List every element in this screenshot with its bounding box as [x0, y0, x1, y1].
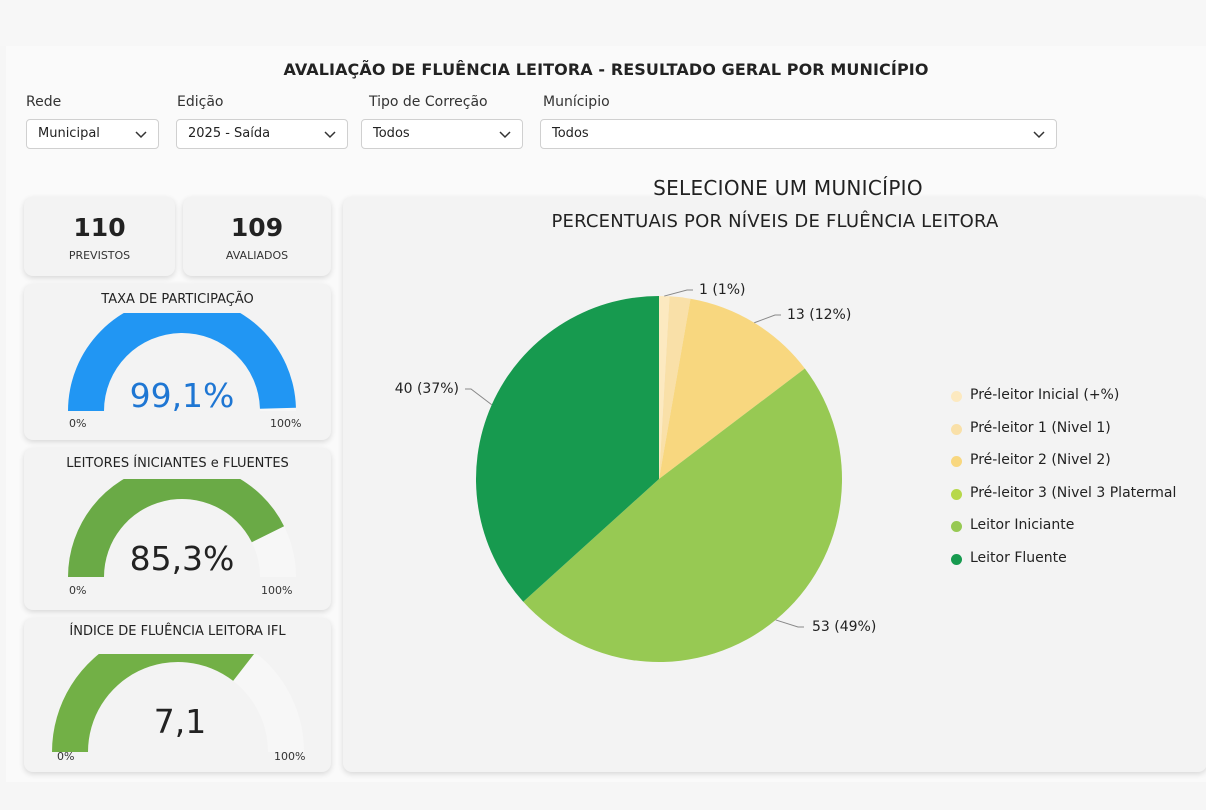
rede-dropdown[interactable]: Municipal	[26, 119, 159, 149]
leader-line	[664, 289, 693, 297]
gauge-value: 99,1%	[129, 376, 235, 415]
kpi-card-avaliados: 109 AVALIADOS	[183, 197, 331, 276]
legend-marker	[951, 553, 962, 565]
gauge-value: 7,1	[153, 702, 207, 741]
filter-label-rede: Rede	[26, 94, 62, 110]
legend-marker	[951, 391, 962, 402]
data-label: 53 (49%)	[812, 619, 876, 635]
tipo-correcao-dropdown[interactable]: Todos	[361, 119, 523, 149]
kpi-avaliados-label: AVALIADOS	[225, 249, 289, 262]
gauge-card-leitores: LEITORES ÍNICIANTES e FLUENTES 85,3% 0% …	[24, 448, 331, 610]
leader-line	[775, 619, 804, 628]
kpi-avaliados-value: 109	[230, 213, 284, 242]
page-title: AVALIAÇÃO DE FLUÊNCIA LEITORA - RESULTAD…	[283, 60, 929, 79]
chevron-down-icon	[324, 131, 336, 139]
legend-marker	[951, 488, 962, 500]
gauge-max-label: 100%	[274, 750, 306, 763]
filter-label-municipio: Munícipio	[543, 94, 610, 110]
gauge-card-participacao: TAXA DE PARTICIPAÇÃO 99,1% 0% 100%	[24, 284, 331, 440]
legend-marker	[951, 423, 962, 435]
pie-chart-card: PERCENTUAIS POR NÍVEIS DE FLUÊNCIA LEITO…	[343, 197, 1206, 772]
edicao-dropdown-value: 2025 - Saída	[188, 126, 271, 141]
gauge-min-label: 0%	[69, 417, 87, 430]
legend-label: Pré-leitor Inicial (+%)	[970, 387, 1120, 403]
top-bar	[0, 0, 1206, 46]
gauge-title: LEITORES ÍNICIANTES e FLUENTES	[66, 456, 289, 471]
gauge-max-label: 100%	[270, 417, 302, 430]
legend-marker	[951, 521, 962, 532]
gauge-min-label: 0%	[69, 584, 87, 597]
data-label: 40 (37%)	[395, 381, 459, 397]
dashboard-page: AVALIAÇÃO DE FLUÊNCIA LEITORA - RESULTAD…	[6, 46, 1206, 782]
data-label: 1 (1%)	[699, 282, 746, 298]
data-label: 13 (12%)	[787, 307, 851, 323]
leader-line	[465, 388, 493, 406]
gauge-max-label: 100%	[261, 584, 293, 597]
leader-line	[754, 314, 781, 324]
municipio-dropdown[interactable]: Todos	[540, 119, 1057, 149]
kpi-previstos-value: 110	[73, 213, 126, 242]
rede-dropdown-value: Municipal	[38, 126, 100, 141]
legend-label: Pré-leitor 2 (Nivel 2)	[970, 452, 1111, 468]
gauge-title: TAXA DE PARTICIPAÇÃO	[101, 292, 254, 307]
legend-label: Leitor Iniciante	[970, 517, 1075, 533]
legend-label: Leitor Fluente	[970, 549, 1067, 566]
tipo-correcao-dropdown-value: Todos	[373, 126, 410, 141]
gauge-value: 85,3%	[129, 539, 235, 578]
filter-label-edicao: Edição	[177, 94, 224, 110]
chevron-down-icon	[499, 131, 511, 139]
chevron-down-icon	[1033, 131, 1045, 139]
filter-label-tipo-correcao: Tipo de Correção	[369, 94, 488, 110]
legend-label: Pré-leitor 1 (Nivel 1)	[970, 419, 1111, 436]
edicao-dropdown[interactable]: 2025 - Saída	[176, 119, 348, 149]
kpi-card-previstos: 110 PREVISTOS	[24, 197, 175, 276]
legend-label: Pré-leitor 3 (Nivel 3 Platermal	[970, 484, 1177, 501]
gauge-title: ÍNDICE DE FLUÊNCIA LEITORA IFL	[69, 624, 286, 639]
gauge-min-label: 0%	[57, 750, 75, 763]
gauge-card-ifl: ÍNDICE DE FLUÊNCIA LEITORA IFL 7,1 0% 10…	[24, 618, 331, 772]
chevron-down-icon	[135, 131, 147, 139]
pie-chart: 1 (1%) 13 (12%) 53 (49%) 40 (37%)	[395, 282, 876, 662]
municipio-dropdown-value: Todos	[552, 126, 589, 141]
legend-marker	[951, 456, 962, 467]
kpi-previstos-label: PREVISTOS	[68, 249, 131, 262]
